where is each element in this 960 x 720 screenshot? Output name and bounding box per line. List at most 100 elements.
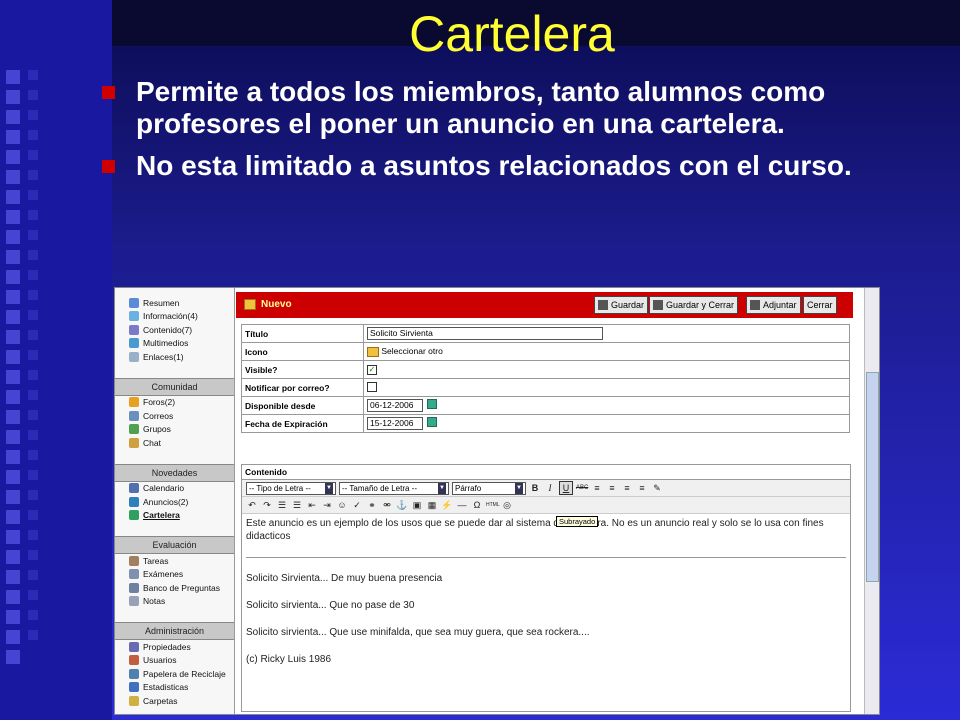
horizontal-rule-icon[interactable]: — <box>456 499 468 511</box>
summary-icon <box>129 297 139 308</box>
scrollbar-thumb[interactable] <box>866 372 879 582</box>
sidebar-section-novedades: Novedades <box>115 463 234 482</box>
announcement-form: Título Solicito Sirvienta Icono Seleccio… <box>241 324 850 433</box>
decorative-squares-small <box>28 70 48 650</box>
flash-icon[interactable]: ⚡ <box>441 499 453 511</box>
html-source-icon[interactable]: HTML <box>486 499 500 511</box>
sidebar-item-carpetas[interactable]: Carpetas <box>115 694 234 708</box>
sidebar-item-resumen[interactable]: Resumen <box>115 296 234 310</box>
sidebar-item-papelera[interactable]: Papelera de Reciclaje <box>115 667 234 681</box>
table-icon[interactable]: ▦ <box>426 499 438 511</box>
sidebar-item-foros[interactable]: Foros(2) <box>115 396 234 410</box>
vertical-scrollbar[interactable] <box>864 288 879 714</box>
expiration-date-label: Fecha de Expiración <box>241 414 364 433</box>
sidebar-item-correos[interactable]: Correos <box>115 409 234 423</box>
expiration-date-input[interactable]: 15-12-2006 <box>367 417 423 430</box>
board-icon <box>129 510 139 521</box>
numbered-list-icon[interactable]: ☰ <box>291 499 303 511</box>
content-line-1: Solicito Sirvienta... De muy buena prese… <box>246 573 443 584</box>
align-right-icon[interactable]: ≡ <box>621 482 633 494</box>
title-input[interactable]: Solicito Sirvienta <box>367 327 603 340</box>
link-icon[interactable]: ⚭ <box>366 499 378 511</box>
new-item-heading: Nuevo <box>244 299 292 310</box>
exam-icon <box>129 569 139 580</box>
visible-checkbox[interactable]: ✓ <box>367 365 377 375</box>
sidebar-item-cartelera[interactable]: Cartelera <box>115 509 234 523</box>
sidebar-item-chat[interactable]: Chat <box>115 436 234 450</box>
bullet-item: Permite a todos los miembros, tanto alum… <box>100 76 920 140</box>
sidebar-item-grupos[interactable]: Grupos <box>115 423 234 437</box>
guardar-button[interactable]: Guardar <box>594 296 649 314</box>
sidebar-item-usuarios[interactable]: Usuarios <box>115 654 234 668</box>
spellcheck-icon[interactable]: ✓ <box>351 499 363 511</box>
bulleted-list-icon[interactable]: ☰ <box>276 499 288 511</box>
sidebar-item-examenes[interactable]: Exámenes <box>115 568 234 582</box>
sidebar-item-informacion[interactable]: Información(4) <box>115 310 234 324</box>
sidebar-item-multimedios[interactable]: Multimedios <box>115 337 234 351</box>
sidebar-item-tareas[interactable]: Tareas <box>115 554 234 568</box>
font-size-select[interactable]: -- Tamaño de Letra -- ▼ <box>339 481 449 495</box>
outdent-icon[interactable]: ⇤ <box>306 499 318 511</box>
underline-icon[interactable]: U <box>559 481 573 495</box>
dropdown-arrow-icon: ▼ <box>325 482 333 494</box>
indent-icon[interactable]: ⇥ <box>321 499 333 511</box>
sidebar-item-notas[interactable]: Notas <box>115 595 234 609</box>
grades-icon <box>129 596 139 607</box>
undo-icon[interactable]: ↶ <box>246 499 258 511</box>
announcement-icon <box>129 496 139 507</box>
unlink-icon[interactable]: ⚮ <box>381 499 393 511</box>
icon-label: Icono <box>241 342 364 361</box>
content-editor: Contenido -- Tipo de Letra -- ▼ -- Tamaño… <box>241 464 851 712</box>
folder-icon <box>129 695 139 706</box>
recycle-bin-icon <box>129 668 139 679</box>
notify-checkbox[interactable] <box>367 381 377 392</box>
start-date-input[interactable]: 06-12-2006 <box>367 399 423 412</box>
smiley-icon[interactable]: ☺ <box>336 499 348 511</box>
save-icon <box>598 300 608 310</box>
anchor-icon[interactable]: ⚓ <box>396 499 408 511</box>
sidebar-section-evaluacion: Evaluación <box>115 536 234 554</box>
justify-icon[interactable]: ≡ <box>636 482 648 494</box>
image-icon[interactable]: ▣ <box>411 499 423 511</box>
sidebar: Resumen Información(4) Contenido(7) Mult… <box>115 288 235 714</box>
sidebar-item-estadisticas[interactable]: Estadisticas <box>115 681 234 695</box>
link-icon <box>129 351 139 362</box>
bullet-square-icon <box>102 160 115 173</box>
select-icon-link[interactable]: Seleccionar otro <box>381 346 442 356</box>
calendar-icon[interactable] <box>427 417 437 427</box>
bullet-list: Permite a todos los miembros, tanto alum… <box>100 76 920 192</box>
align-left-icon[interactable]: ≡ <box>591 482 603 494</box>
special-char-icon[interactable]: Ω <box>471 499 483 511</box>
sidebar-item-anuncios[interactable]: Anuncios(2) <box>115 495 234 509</box>
notify-label: Notificar por correo? <box>241 378 364 397</box>
clean-format-icon[interactable]: ✎ <box>651 482 663 494</box>
cerrar-button[interactable]: Cerrar <box>803 296 837 314</box>
folder-icon <box>244 299 256 310</box>
intro-paragraph: Este anuncio es un ejemplo de los usos q… <box>246 518 824 542</box>
folder-icon <box>367 346 379 357</box>
align-center-icon[interactable]: ≡ <box>606 482 618 494</box>
sidebar-item-enlaces[interactable]: Enlaces(1) <box>115 350 234 364</box>
guardar-cerrar-button[interactable]: Guardar y Cerrar <box>649 296 739 314</box>
sidebar-item-propiedades[interactable]: Propiedades <box>115 640 234 654</box>
preview-icon[interactable]: ◎ <box>501 499 513 511</box>
paragraph-select[interactable]: Párrafo ▼ <box>452 481 526 495</box>
underline-tooltip: Subrayado <box>556 516 599 527</box>
adjuntar-button[interactable]: Adjuntar <box>746 296 801 314</box>
content-icon <box>129 324 139 335</box>
italic-icon[interactable]: I <box>544 482 556 494</box>
chat-icon <box>129 437 139 448</box>
editor-content[interactable]: Este anuncio es un ejemplo de los usos q… <box>242 514 850 683</box>
editor-toolbar-row-2: ↶ ↷ ☰ ☰ ⇤ ⇥ ☺ ✓ ⚭ ⚮ ⚓ ▣ ▦ ⚡ — Ω HTML ◎ <box>242 497 850 514</box>
sidebar-item-calendario[interactable]: Calendario <box>115 482 234 496</box>
sidebar-item-contenido[interactable]: Contenido(7) <box>115 323 234 337</box>
redo-icon[interactable]: ↷ <box>261 499 273 511</box>
calendar-icon[interactable] <box>427 399 437 409</box>
bold-icon[interactable]: B <box>529 482 541 494</box>
question-bank-icon <box>129 582 139 593</box>
sidebar-section-administracion: Administración <box>115 622 234 640</box>
sidebar-item-banco-preguntas[interactable]: Banco de Preguntas <box>115 581 234 595</box>
strikethrough-icon[interactable]: ABC <box>576 482 588 494</box>
font-family-select[interactable]: -- Tipo de Letra -- ▼ <box>246 481 336 495</box>
content-line-3: Solicito sirvienta... Que use minifalda,… <box>246 627 590 638</box>
